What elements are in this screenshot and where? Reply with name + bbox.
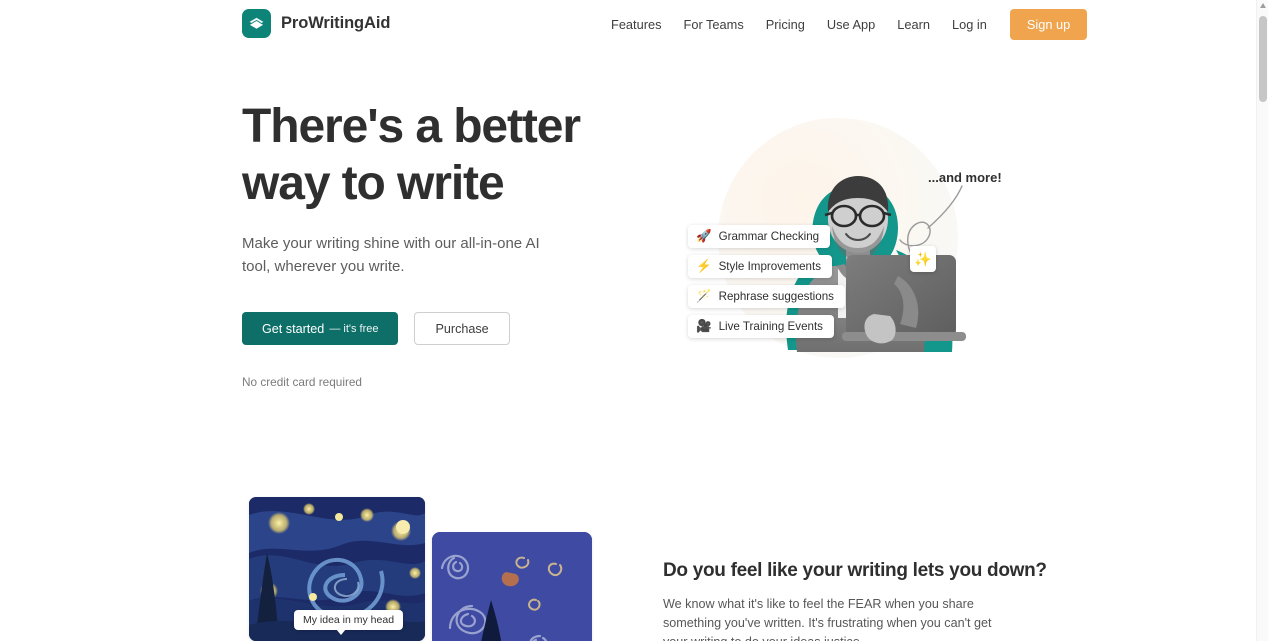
section2-copy: Do you feel like your writing lets you d… [663,560,1047,641]
feature-pill-label: Style Improvements [718,260,822,273]
get-started-label: Get started [262,321,325,336]
get-started-free-suffix: — it's free [329,322,379,335]
brand-logo-link[interactable]: ProWritingAid [242,9,390,38]
my-idea-tooltip: My idea in my head [294,610,404,635]
feature-pill-label: Live Training Events [718,320,823,333]
feature-pill-label: Grammar Checking [718,230,820,243]
nav-item-log-in[interactable]: Log in [941,11,998,38]
main-navigation: Features For Teams Pricing Use App Learn… [600,0,1088,48]
feature-pill-grammar-checking[interactable]: 🚀 Grammar Checking [688,225,831,248]
page-title: There's a better way to write [242,98,642,212]
hero-illustration: ...and more! ✨ 🚀 Grammar Checking ⚡ Styl… [660,100,1020,390]
feature-pill-style-improvements[interactable]: ⚡ Style Improvements [688,255,833,278]
feature-pill-rephrase-suggestions[interactable]: 🪄 Rephrase suggestions [688,285,845,308]
page-root: ProWritingAid Features For Teams Pricing… [0,0,1268,641]
and-more-callout: ...and more! [928,170,1002,185]
nav-item-pricing[interactable]: Pricing [755,11,816,38]
hero-title-line-2: way to write [242,157,505,210]
section2-heading: Do you feel like your writing lets you d… [663,560,1047,581]
feature-pill-live-training-events[interactable]: 🎥 Live Training Events [688,315,834,338]
lightning-bolt-icon: ⚡ [696,259,712,274]
nav-item-use-app[interactable]: Use App [816,11,886,38]
rocket-icon: 🚀 [696,229,712,244]
section2-body: We know what it's like to feel the FEAR … [663,597,992,641]
nav-item-for-teams[interactable]: For Teams [673,11,755,38]
video-camera-icon: 🎥 [696,319,712,334]
nav-item-learn[interactable]: Learn [886,11,941,38]
scroll-up-arrow-icon[interactable] [1260,3,1266,8]
hero-subtitle: Make your writing shine with our all-in-… [242,235,540,275]
comparison-illustration: My idea in my head [249,497,629,641]
hero-cta-group: Get started — it's free Purchase [242,312,642,345]
no-credit-card-note: No credit card required [242,375,362,389]
purchase-button[interactable]: Purchase [414,312,510,345]
stacked-books-icon [242,9,271,38]
sign-up-button[interactable]: Sign up [1009,8,1088,40]
feature-pill-list: 🚀 Grammar Checking ⚡ Style Improvements … [688,225,845,338]
site-header: ProWritingAid Features For Teams Pricing… [0,0,1256,48]
brand-name: ProWritingAid [281,14,391,32]
hero-copy: There's a better way to write Make your … [242,98,642,389]
page-scrollbar[interactable] [1256,0,1268,641]
feature-pill-label: Rephrase suggestions [718,290,834,303]
scrollbar-thumb[interactable] [1259,16,1267,102]
magic-wand-icon: 🪄 [696,289,712,304]
sparkles-icon: ✨ [910,246,936,272]
hero-title-line-1: There's a better [242,100,581,153]
get-started-button[interactable]: Get started — it's free [242,312,399,345]
simple-blue-sketch [432,532,592,641]
nav-item-features[interactable]: Features [600,11,673,38]
